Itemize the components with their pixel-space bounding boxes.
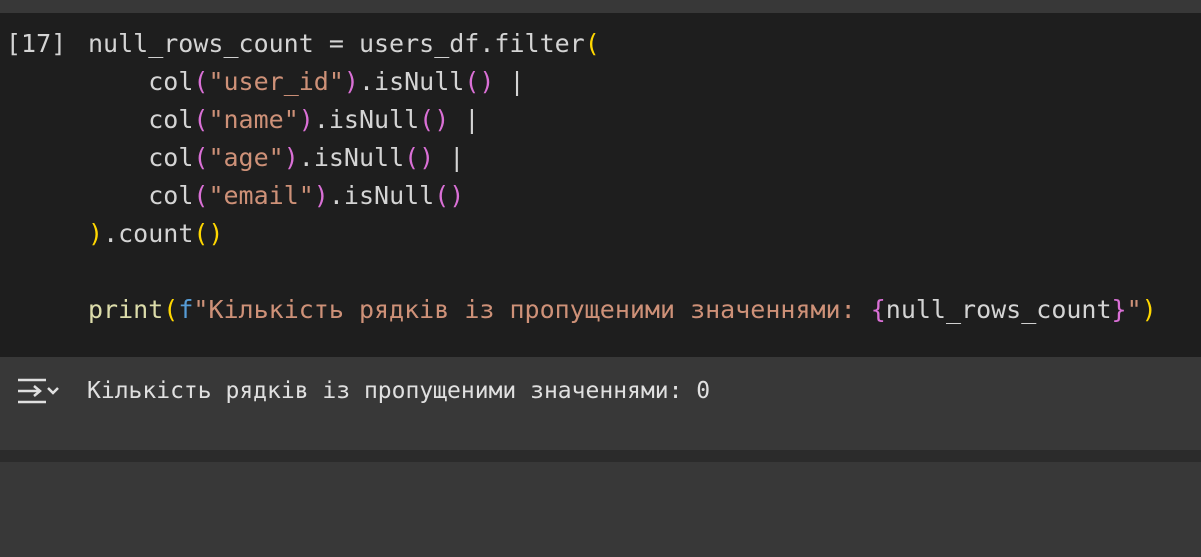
code-token: = (313, 29, 359, 58)
code-token: users_df (358, 29, 480, 58)
code-bracket: ) (1141, 295, 1157, 324)
code-line-3: col("name").isNull() | (88, 101, 479, 139)
code-bracket: ) (313, 181, 329, 210)
code-line-5: col("email").isNull() (88, 177, 464, 215)
code-string: "name" (208, 105, 299, 134)
code-token: filter (494, 29, 585, 58)
code-string: "user_id" (208, 67, 344, 96)
code-token: .isNull (358, 67, 465, 96)
code-line-4: col("age").isNull() | (88, 139, 464, 177)
code-string: " (1126, 295, 1142, 324)
code-token: | (494, 67, 525, 96)
code-bracket: ( (193, 143, 209, 172)
code-bracket: ) (298, 105, 314, 134)
code-bracket: () (419, 105, 450, 134)
top-separator (0, 0, 1201, 13)
code-token: .count (103, 219, 194, 248)
code-token: null_rows_count (88, 29, 314, 58)
code-editor[interactable]: null_rows_count = users_df.filter( col("… (0, 25, 1201, 557)
code-bracket: () (193, 219, 224, 248)
code-string: "email" (208, 181, 314, 210)
code-function: print (88, 295, 164, 324)
code-bracket: ) (343, 67, 359, 96)
code-line-8: print(f"Кількість рядків із пропущеними … (88, 291, 1157, 329)
code-token: .isNull (313, 105, 420, 134)
code-token: null_rows_count (885, 295, 1112, 324)
code-line-2: col("user_id").isNull() | (88, 63, 525, 101)
code-token: . (479, 29, 495, 58)
code-bracket: () (464, 67, 495, 96)
code-line-6: ).count() (88, 215, 223, 253)
code-token: col (148, 105, 194, 134)
code-bracket: } (1111, 295, 1127, 324)
code-bracket: ) (88, 219, 104, 248)
code-fstring-prefix: f (178, 295, 194, 324)
code-bracket: ( (584, 29, 600, 58)
code-bracket: ( (193, 67, 209, 96)
code-line-1: null_rows_count = users_df.filter( (88, 25, 600, 63)
bottom-separator (0, 450, 1201, 462)
code-bracket: ) (283, 143, 299, 172)
code-token: .isNull (298, 143, 405, 172)
code-token: | (449, 105, 480, 134)
code-token: | (434, 143, 465, 172)
code-token: .isNull (328, 181, 435, 210)
code-bracket: () (434, 181, 465, 210)
output-expand-icon[interactable] (16, 372, 60, 410)
output-text: Кількість рядків із пропущеними значення… (87, 378, 711, 404)
code-token: col (148, 143, 194, 172)
code-bracket: ( (163, 295, 179, 324)
code-bracket: { (870, 295, 886, 324)
code-token: col (148, 181, 194, 210)
code-bracket: ( (193, 181, 209, 210)
code-string: "age" (208, 143, 284, 172)
code-string: "Кількість рядків із пропущеними значенн… (193, 295, 871, 324)
code-bracket: ( (193, 105, 209, 134)
code-bracket: () (404, 143, 435, 172)
code-token: col (148, 67, 194, 96)
